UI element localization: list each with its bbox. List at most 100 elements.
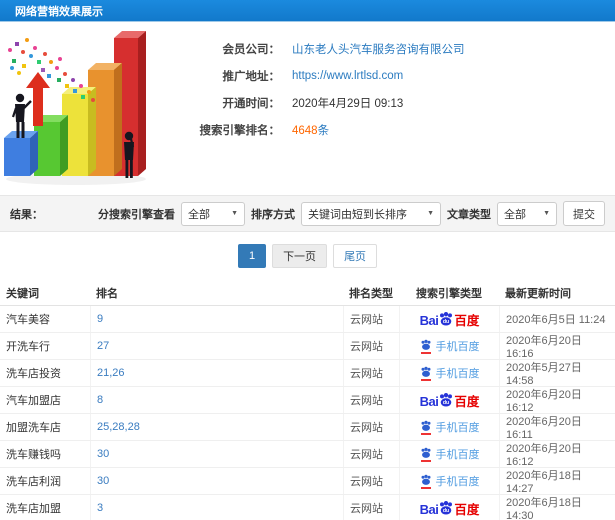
keyword-cell: 汽车美容 (6, 314, 50, 326)
sort-filter-value: 关键词由短到长排序 (308, 208, 407, 221)
promo-url-row: 推广地址： https://www.lrtlsd.com (175, 62, 615, 89)
article-type-label: 文章类型 (447, 208, 491, 221)
rank-cell: 21,26 (90, 360, 343, 386)
baidu-paw-icon (421, 339, 430, 350)
keyword-cell: 洗车店加盟 (6, 503, 61, 515)
baidu-logo: Bai du 百度 (419, 311, 480, 328)
last-page-button[interactable]: 尾页 (333, 244, 378, 268)
rank-type-cell: 云网站 (343, 468, 399, 494)
member-info: 会员公司： 山东老人头汽车服务咨询有限公司 推广地址： https://www.… (175, 22, 615, 143)
table-row: 洗车赚钱吗 30 云网站 手机百度 2020年6月20日 16:12 (0, 441, 615, 468)
open-time-value: 2020年4月29日 09:13 (292, 97, 404, 110)
caret-down-icon: ▼ (543, 210, 550, 217)
company-label: 会员公司： (222, 43, 281, 56)
rank-link[interactable]: 9 (97, 313, 103, 325)
article-type-value: 全部 (504, 208, 526, 221)
baidu-logo-bai: Bai (419, 394, 439, 409)
rank-link[interactable]: 3 (97, 502, 103, 514)
table-row: 洗车店投资 21,26 云网站 手机百度 2020年5月27日 14:58 (0, 360, 615, 387)
caret-down-icon: ▼ (427, 210, 434, 217)
updated-time-cell: 2020年6月18日 14:30 (499, 495, 615, 520)
rank-type-cell: 云网站 (343, 414, 399, 440)
baidu-paw-icon (421, 420, 430, 431)
sort-filter-label: 排序方式 (251, 208, 295, 221)
rank-link[interactable]: 8 (97, 394, 103, 406)
baidu-logo-bai: Bai (419, 502, 439, 517)
paw-underline (420, 432, 431, 435)
table-header-row: 关键词 排名 排名类型 搜索引擎类型 最新更新时间 (0, 280, 615, 306)
mobile-baidu-label: 手机百度 (435, 422, 480, 434)
updated-time-cell: 2020年6月20日 16:12 (499, 387, 615, 413)
table-row: 汽车美容 9 云网站 Bai du 百度 2020年6月5日 11:24 (0, 306, 615, 333)
keyword-cell: 汽车加盟店 (6, 395, 61, 407)
rank-cell: 30 (90, 441, 343, 467)
updated-time-cell: 2020年6月20日 16:11 (499, 414, 615, 440)
paw-underline (420, 378, 431, 381)
rank-type-cell: 云网站 (343, 441, 399, 467)
rank-type-cell: 云网站 (343, 495, 399, 520)
submit-button[interactable]: 提交 (563, 201, 605, 226)
updated-time-cell: 2020年6月5日 11:24 (499, 306, 615, 332)
updated-time-cell: 2020年5月27日 14:58 (499, 360, 615, 386)
engine-type-cell: 手机百度 (399, 360, 499, 386)
header-rank-type: 排名类型 (349, 287, 393, 300)
rank-type-cell: 云网站 (343, 360, 399, 386)
header-rank: 排名 (96, 287, 118, 300)
mobile-baidu-logo: 手机百度 (420, 365, 480, 381)
updated-time-cell: 2020年6月20日 16:16 (499, 333, 615, 359)
rank-type-cell: 云网站 (343, 333, 399, 359)
article-type-select[interactable]: 全部 ▼ (497, 201, 557, 226)
next-page-button[interactable]: 下一页 (272, 244, 328, 268)
rank-cell: 27 (90, 333, 343, 359)
sort-filter-select[interactable]: 关键词由短到长排序 ▼ (301, 201, 441, 226)
baidu-paw-icon: du (440, 501, 453, 515)
page-title: 网络营销效果展示 (15, 5, 103, 18)
engine-rank-unit: 条 (317, 124, 330, 137)
engine-type-cell: 手机百度 (399, 441, 499, 467)
baidu-logo-cn: 百度 (454, 313, 480, 328)
mobile-baidu-label: 手机百度 (435, 368, 480, 380)
company-link[interactable]: 山东老人头汽车服务咨询有限公司 (292, 41, 465, 57)
engine-type-cell: 手机百度 (399, 414, 499, 440)
paw-underline (420, 486, 431, 489)
rank-link[interactable]: 25,28,28 (97, 421, 140, 433)
promo-url-link[interactable]: https://www.lrtlsd.com (292, 70, 403, 82)
rank-cell: 30 (90, 468, 343, 494)
open-time-label: 开通时间： (222, 97, 281, 110)
keyword-cell: 开洗车行 (6, 341, 50, 353)
promo-url-label: 推广地址： (222, 70, 281, 83)
rank-link[interactable]: 30 (97, 475, 109, 487)
baidu-paw-icon: du (440, 393, 453, 407)
keyword-cell: 洗车赚钱吗 (6, 449, 61, 461)
table-row: 汽车加盟店 8 云网站 Bai du 百度 2020年6月20日 16:12 (0, 387, 615, 414)
baidu-logo-bai: Bai (419, 313, 439, 328)
table-row: 洗车店利润 30 云网站 手机百度 2020年6月18日 14:27 (0, 468, 615, 495)
rank-cell: 3 (90, 495, 343, 520)
mobile-baidu-label: 手机百度 (435, 476, 480, 488)
rank-link[interactable]: 27 (97, 340, 109, 352)
mobile-baidu-label: 手机百度 (435, 449, 480, 461)
keyword-cell: 加盟洗车店 (6, 422, 61, 434)
table-row: 洗车店加盟 3 云网站 Bai du 百度 2020年6月18日 14:30 (0, 495, 615, 520)
rank-link[interactable]: 21,26 (97, 367, 125, 379)
baidu-paw-icon (421, 447, 430, 458)
rank-type-cell: 云网站 (343, 387, 399, 413)
engine-filter-value: 全部 (188, 208, 210, 221)
marketing-chart-clipart (4, 31, 146, 185)
pagination: 1 下一页 尾页 (0, 232, 615, 280)
engine-rank-label: 搜索引擎排名： (199, 124, 281, 137)
page-1-button[interactable]: 1 (237, 244, 267, 268)
baidu-logo: Bai du 百度 (419, 500, 480, 517)
engine-type-cell: 手机百度 (399, 468, 499, 494)
company-row: 会员公司： 山东老人头汽车服务咨询有限公司 (175, 35, 615, 62)
rank-cell: 25,28,28 (90, 414, 343, 440)
paw-underline (420, 351, 431, 354)
engine-filter-select[interactable]: 全部 ▼ (181, 201, 245, 226)
header-keyword: 关键词 (6, 287, 39, 300)
engine-type-cell: 手机百度 (399, 333, 499, 359)
open-time-row: 开通时间： 2020年4月29日 09:13 (175, 89, 615, 116)
baidu-logo-cn: 百度 (454, 502, 480, 517)
rank-link[interactable]: 30 (97, 448, 109, 460)
filter-bar: 结果： 分搜索引擎查看 全部 ▼ 排序方式 关键词由短到长排序 ▼ 文章类型 全… (0, 195, 615, 232)
rank-type-cell: 云网站 (343, 306, 399, 332)
